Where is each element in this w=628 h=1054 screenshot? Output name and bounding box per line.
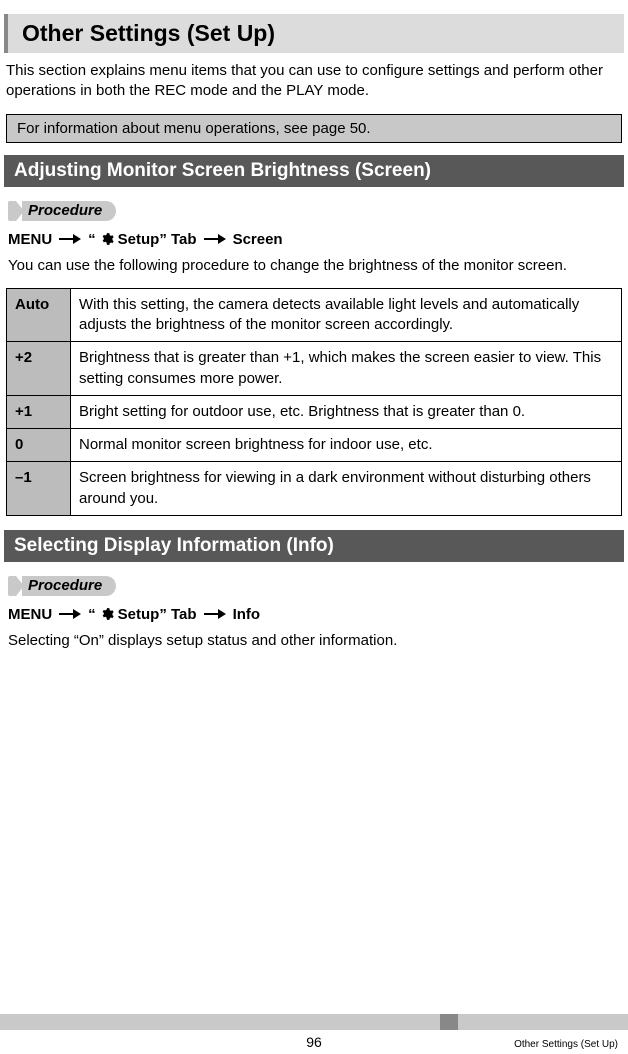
table-cell-label: –1 — [7, 462, 71, 516]
procedure-label: Procedure — [8, 576, 116, 596]
chapter-title: Other Settings (Set Up) — [4, 14, 624, 53]
table-row: +2 Brightness that is greater than +1, w… — [7, 342, 622, 396]
table-row: Auto With this setting, the camera detec… — [7, 288, 622, 342]
arrow-icon — [204, 609, 226, 619]
path-tab-pre: “ — [88, 231, 96, 248]
footer-label: Other Settings (Set Up) — [514, 1039, 618, 1050]
path-menu: MENU — [8, 606, 52, 623]
gear-icon — [100, 232, 114, 246]
path-target: Info — [233, 606, 261, 623]
table-row: +1 Bright setting for outdoor use, etc. … — [7, 395, 622, 428]
section-header-info: Selecting Display Information (Info) — [4, 530, 624, 562]
table-cell-label: Auto — [7, 288, 71, 342]
path-tab-post: Setup” Tab — [118, 231, 197, 248]
arrow-icon — [59, 609, 81, 619]
menu-path-info: MENU “ Setup” Tab Info — [0, 602, 628, 629]
path-target: Screen — [233, 231, 283, 248]
arrow-icon — [59, 234, 81, 244]
brightness-table: Auto With this setting, the camera detec… — [6, 288, 622, 516]
table-cell-label: +2 — [7, 342, 71, 396]
table-cell-desc: Bright setting for outdoor use, etc. Bri… — [71, 395, 622, 428]
page-number: 96 — [306, 1034, 322, 1050]
intro-text: This section explains menu items that yo… — [0, 57, 628, 108]
table-cell-desc: Screen brightness for viewing in a dark … — [71, 462, 622, 516]
page-footer: 96 Other Settings (Set Up) — [0, 1014, 628, 1054]
path-tab-post: Setup” Tab — [118, 606, 197, 623]
table-cell-desc: With this setting, the camera detects av… — [71, 288, 622, 342]
info-box: For information about menu operations, s… — [6, 114, 622, 143]
gear-icon — [100, 607, 114, 621]
table-row: –1 Screen brightness for viewing in a da… — [7, 462, 622, 516]
menu-path-screen: MENU “ Setup” Tab Screen — [0, 227, 628, 254]
path-menu: MENU — [8, 231, 52, 248]
section-header-screen: Adjusting Monitor Screen Brightness (Scr… — [4, 155, 624, 187]
section-body-info: Selecting “On” displays setup status and… — [0, 629, 628, 661]
table-cell-desc: Normal monitor screen brightness for ind… — [71, 429, 622, 462]
procedure-label-text: Procedure — [22, 576, 116, 596]
table-cell-desc: Brightness that is greater than +1, whic… — [71, 342, 622, 396]
table-cell-label: +1 — [7, 395, 71, 428]
table-cell-label: 0 — [7, 429, 71, 462]
procedure-label-text: Procedure — [22, 201, 116, 221]
table-row: 0 Normal monitor screen brightness for i… — [7, 429, 622, 462]
path-tab-pre: “ — [88, 606, 96, 623]
procedure-label: Procedure — [8, 201, 116, 221]
section-body-screen: You can use the following procedure to c… — [0, 254, 628, 286]
arrow-icon — [204, 234, 226, 244]
